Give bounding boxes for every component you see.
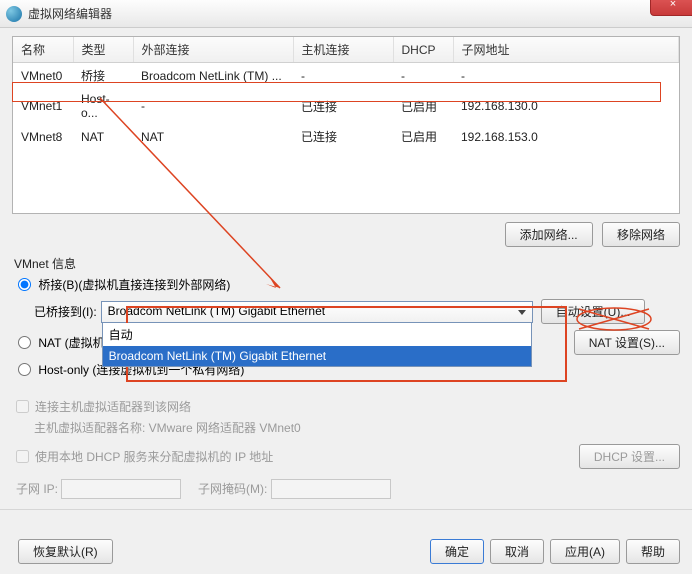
connect-host-adapter-checkbox: [16, 400, 29, 413]
close-button[interactable]: ×: [650, 0, 692, 16]
subnet-mask-label: 子网掩码(M):: [198, 482, 267, 496]
table-row[interactable]: VMnet8 NAT NAT 已连接 已启用 192.168.153.0: [13, 124, 679, 149]
bridged-to-selected: Broadcom NetLink (TM) Gigabit Ethernet: [108, 304, 325, 318]
help-button[interactable]: 帮助: [626, 539, 680, 564]
table-row[interactable]: VMnet1 Host-o... - 已连接 已启用 192.168.130.0: [13, 88, 679, 124]
auto-settings-button[interactable]: 自动设置(U)...: [541, 299, 646, 324]
nat-settings-button[interactable]: NAT 设置(S)...: [574, 330, 680, 355]
use-dhcp-label: 使用本地 DHCP 服务来分配虚拟机的 IP 地址: [35, 448, 273, 465]
subnet-mask-input: [271, 479, 391, 499]
bridged-to-label: 已桥接到(I):: [34, 303, 97, 320]
col-host[interactable]: 主机连接: [293, 37, 393, 63]
col-ext[interactable]: 外部连接: [133, 37, 293, 63]
col-dhcp[interactable]: DHCP: [393, 37, 453, 63]
connect-host-adapter-label: 连接主机虚拟适配器到该网络: [35, 398, 191, 415]
vmnet-section-label: VMnet 信息: [14, 255, 680, 272]
apply-button[interactable]: 应用(A): [550, 539, 620, 564]
ok-button[interactable]: 确定: [430, 539, 484, 564]
radio-bridge-input[interactable]: [18, 278, 31, 291]
dropdown-option-auto[interactable]: 自动: [103, 323, 531, 346]
titlebar: 虚拟网络编辑器 ×: [0, 0, 692, 28]
col-type[interactable]: 类型: [73, 37, 133, 63]
network-table: 名称 类型 外部连接 主机连接 DHCP 子网地址 VMnet0 桥接 Broa…: [12, 36, 680, 214]
window-title: 虚拟网络编辑器: [28, 5, 112, 22]
use-dhcp-checkbox: [16, 450, 29, 463]
add-network-button[interactable]: 添加网络...: [505, 222, 593, 247]
cancel-button[interactable]: 取消: [490, 539, 544, 564]
radio-bridge[interactable]: 桥接(B)(虚拟机直接连接到外部网络): [18, 278, 230, 292]
col-name[interactable]: 名称: [13, 37, 73, 63]
dropdown-option-broadcom[interactable]: Broadcom NetLink (TM) Gigabit Ethernet: [103, 346, 531, 366]
remove-network-button[interactable]: 移除网络: [602, 222, 680, 247]
col-subnet[interactable]: 子网地址: [453, 37, 679, 63]
bridged-to-select[interactable]: Broadcom NetLink (TM) Gigabit Ethernet 自…: [101, 301, 533, 323]
dialog-footer: 恢复默认(R) 确定 取消 应用(A) 帮助: [0, 529, 692, 574]
app-icon: [6, 6, 22, 22]
table-header-row: 名称 类型 外部连接 主机连接 DHCP 子网地址: [13, 37, 679, 63]
bridged-to-dropdown: 自动 Broadcom NetLink (TM) Gigabit Etherne…: [102, 323, 532, 367]
restore-defaults-button[interactable]: 恢复默认(R): [18, 539, 113, 564]
table-row[interactable]: VMnet0 桥接 Broadcom NetLink (TM) ... - - …: [13, 63, 679, 89]
host-adapter-name: 主机虚拟适配器名称: VMware 网络适配器 VMnet0: [34, 419, 680, 436]
radio-nat-input[interactable]: [18, 336, 31, 349]
subnet-ip-input: [61, 479, 181, 499]
subnet-ip-label: 子网 IP:: [16, 482, 58, 496]
radio-hostonly-input[interactable]: [18, 363, 31, 376]
dhcp-settings-button: DHCP 设置...: [579, 444, 680, 469]
